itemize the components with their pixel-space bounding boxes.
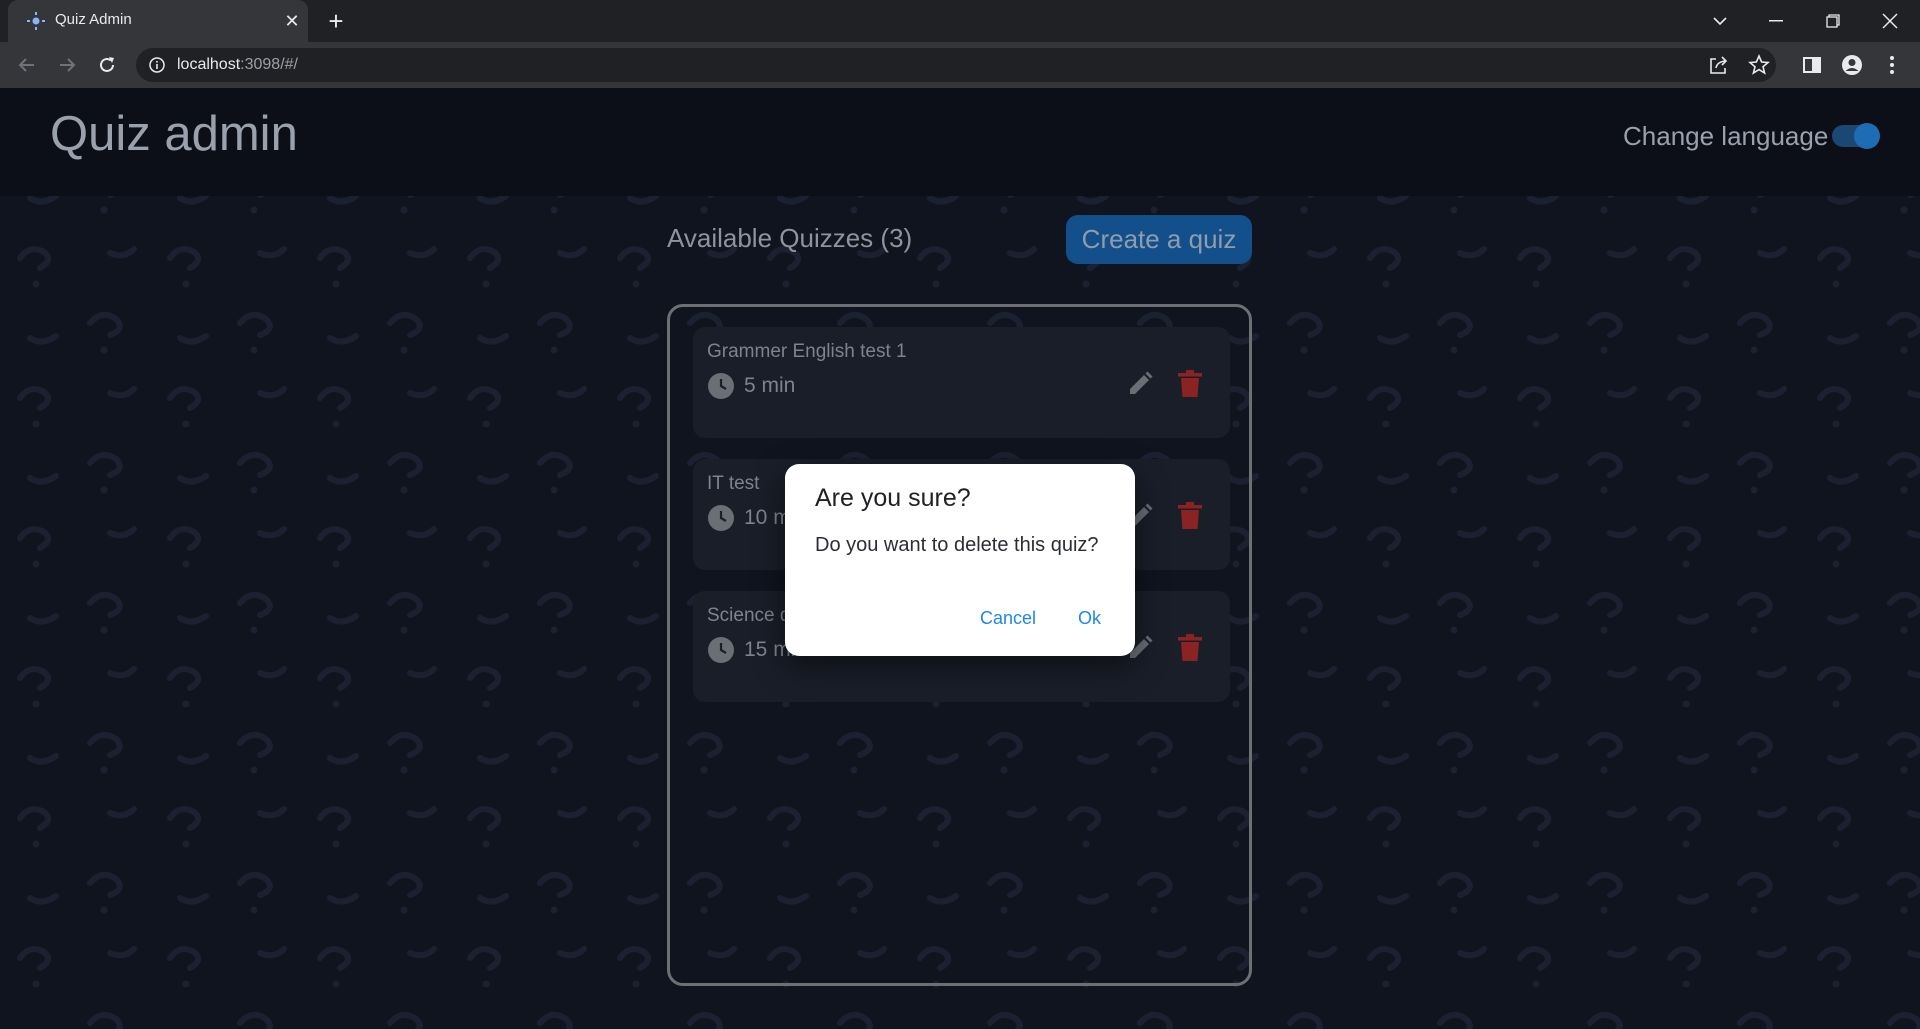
clock-icon	[708, 373, 734, 399]
change-language-label: Change language	[1623, 121, 1829, 151]
url-text: localhost:3098/#/	[177, 56, 298, 74]
toggle-knob	[1854, 123, 1880, 149]
create-quiz-button[interactable]: Create a quiz	[1066, 215, 1252, 264]
clock-icon	[708, 505, 734, 531]
app-header: Quiz admin Change language	[0, 88, 1920, 196]
quiz-duration: 5 min	[707, 372, 795, 400]
language-toggle[interactable]	[1832, 123, 1880, 149]
cancel-button[interactable]: Cancel	[980, 608, 1036, 629]
browser-toolbar: localhost:3098/#/	[0, 42, 1920, 88]
dialog-title: Are you sure?	[815, 484, 971, 512]
delete-icon[interactable]	[1177, 369, 1203, 399]
reload-icon[interactable]	[92, 50, 122, 80]
edit-icon[interactable]	[1125, 369, 1155, 399]
quiz-card[interactable]: Grammer English test 1 5 min	[693, 327, 1230, 438]
clock-icon	[708, 637, 734, 663]
tab-title: Quiz Admin	[55, 11, 132, 28]
quiz-name: Grammer English test 1	[707, 341, 907, 362]
back-icon[interactable]	[12, 50, 42, 80]
available-quizzes-heading: Available Quizzes (3)	[667, 223, 913, 253]
menu-dots-icon[interactable]	[1880, 53, 1904, 77]
page-content: Quiz admin Change language Available Qui…	[0, 88, 1920, 1029]
restore-icon[interactable]	[1805, 0, 1861, 42]
delete-icon[interactable]	[1177, 501, 1203, 531]
side-panel-icon[interactable]	[1800, 53, 1824, 77]
new-tab-icon[interactable]: +	[322, 7, 350, 35]
tab-close-icon[interactable]: ✕	[280, 9, 304, 33]
bookmark-star-icon[interactable]	[1748, 53, 1770, 76]
favicon-icon	[24, 9, 48, 33]
minimize-icon[interactable]	[1748, 0, 1804, 42]
address-bar[interactable]: localhost:3098/#/	[136, 48, 1776, 82]
ok-button[interactable]: Ok	[1078, 608, 1101, 629]
confirm-delete-dialog: Are you sure? Do you want to delete this…	[785, 464, 1135, 656]
browser-tab[interactable]: Quiz Admin ✕	[8, 0, 308, 42]
forward-icon[interactable]	[52, 50, 82, 80]
browser-tab-bar: Quiz Admin ✕ +	[0, 0, 1920, 42]
close-window-icon[interactable]	[1862, 0, 1918, 42]
profile-icon[interactable]	[1840, 53, 1864, 77]
page-title: Quiz admin	[50, 107, 298, 161]
url-host: localhost	[177, 56, 241, 73]
quiz-name: IT test	[707, 473, 760, 494]
delete-icon[interactable]	[1177, 633, 1203, 663]
share-icon[interactable]	[1708, 54, 1730, 76]
url-path: :3098/#/	[240, 56, 298, 73]
quiz-time: 5 min	[744, 374, 796, 397]
site-info-icon[interactable]	[148, 56, 166, 74]
dialog-message: Do you want to delete this quiz?	[815, 534, 1099, 556]
tab-search-icon[interactable]	[1692, 0, 1748, 42]
